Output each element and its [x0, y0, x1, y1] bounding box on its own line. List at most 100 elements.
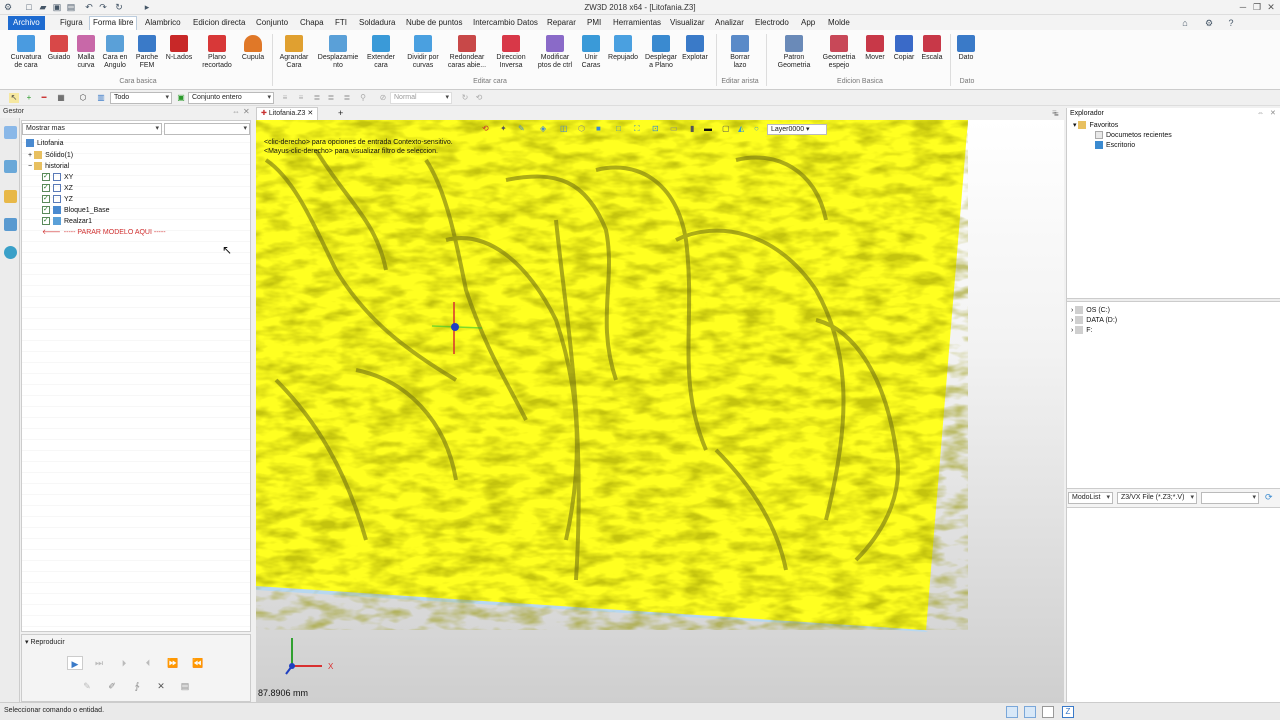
stop-model-marker[interactable]: 🡐 ----- PARAR MODELO AQUI ----- — [42, 228, 166, 238]
mode-list-select[interactable]: ModoList — [1068, 492, 1113, 504]
agrandar-cara-button[interactable]: Agrandar Cara — [275, 33, 313, 79]
tab-visualizar[interactable]: Visualizar — [670, 17, 705, 30]
plano-recortado-button[interactable]: Plano recortado — [198, 33, 236, 79]
tab-intercambio-datos[interactable]: Intercambio Datos — [473, 17, 538, 30]
refresh-icon[interactable]: ↻ — [460, 93, 470, 103]
desplazamiento-button[interactable]: Desplazamie nto — [316, 33, 360, 79]
tab-alambrico[interactable]: Alambrico — [145, 17, 181, 30]
status-window-icon[interactable] — [1042, 706, 1054, 718]
filter-select[interactable]: Todo — [110, 92, 172, 104]
align-icon[interactable]: ≡ — [280, 93, 290, 103]
direccion-inversa-button[interactable]: Direccion Inversa — [492, 33, 530, 79]
tab-edicion-directa[interactable]: Edicion directa — [193, 17, 245, 30]
status-zw3d-icon[interactable]: Z — [1062, 706, 1074, 718]
close-panel-icon[interactable]: ✕ — [243, 107, 250, 116]
desktop-node[interactable]: Escritorio — [1095, 141, 1135, 151]
home-icon[interactable]: ⌂ — [1180, 18, 1190, 28]
n-lados-button[interactable]: N-Lados — [160, 33, 198, 79]
close-icon[interactable]: ✕ — [1264, 1, 1278, 13]
pan-icon[interactable]: ▭ — [670, 124, 678, 133]
modificar-ptos-button[interactable]: Modificar ptos de ctrl — [534, 33, 576, 79]
step-button[interactable]: ⏵ — [116, 656, 132, 670]
rewind-button[interactable]: ⏪ — [190, 656, 206, 670]
edit-button[interactable]: ✐ — [104, 679, 120, 693]
object-manager-icon[interactable] — [4, 218, 17, 231]
repujado-button[interactable]: Repujado — [604, 33, 642, 79]
stack2-icon[interactable]: ≣ — [326, 93, 336, 103]
status-view-icon[interactable] — [1024, 706, 1036, 718]
history-manager-icon[interactable] — [4, 126, 17, 139]
restore-icon[interactable]: ❐ — [1250, 1, 1264, 13]
splitter[interactable] — [1067, 298, 1280, 302]
tab-analizar[interactable]: Analizar — [715, 17, 744, 30]
tab-molde[interactable]: Molde — [828, 17, 850, 30]
tree-item-solido[interactable]: + Sólido(1) — [28, 151, 73, 161]
add-icon[interactable]: + — [24, 93, 34, 103]
sync-icon[interactable]: ⟲ — [474, 93, 484, 103]
tab-conjunto[interactable]: Conjunto — [256, 17, 288, 30]
tab-soldadura[interactable]: Soldadura — [359, 17, 395, 30]
settings-icon[interactable]: ⚙ — [1204, 18, 1214, 28]
stack3-icon[interactable]: ≣ — [342, 93, 352, 103]
sketch-icon[interactable]: ✎ — [518, 124, 525, 133]
remove-icon[interactable]: ━ — [39, 93, 49, 103]
pin-explorer-icon[interactable]: ⇔ — [1257, 109, 1264, 119]
show-more-select[interactable]: Mostrar mas — [22, 123, 162, 135]
table-button[interactable]: ▤ — [177, 679, 193, 693]
help-icon[interactable]: ? — [1226, 18, 1236, 28]
favorites-node[interactable]: ▾ Favoritos — [1073, 121, 1118, 131]
close-tab-icon[interactable]: ✕ — [307, 110, 313, 117]
close-explorer-icon[interactable]: ✕ — [1270, 109, 1276, 119]
extender-cara-button[interactable]: Extender cara — [362, 33, 400, 79]
tab-figura[interactable]: Figura — [60, 17, 83, 30]
fit-icon[interactable]: ⛶ — [634, 124, 640, 134]
grid-icon[interactable]: ▦ — [56, 93, 66, 103]
pin-icon[interactable]: ⚲ — [358, 93, 368, 103]
redondear-caras-button[interactable]: Redondear caras abie... — [446, 33, 488, 79]
tab-electrodo[interactable]: Electrodo — [755, 17, 789, 30]
tab-app[interactable]: App — [801, 17, 815, 30]
tab-pmi[interactable]: PMI — [587, 17, 601, 30]
cupula-button[interactable]: Cupula — [234, 33, 272, 79]
tab-litofania[interactable]: ✚ Litofania.Z3 ✕ — [256, 107, 319, 120]
play-button[interactable]: ▶ — [67, 656, 83, 670]
visibility-checkbox[interactable] — [42, 216, 50, 226]
visibility-checkbox[interactable] — [42, 183, 50, 193]
tree-item-xz[interactable]: XZ — [42, 183, 73, 194]
explorer-search-input[interactable] — [1201, 492, 1259, 504]
minimize-icon[interactable]: ─ — [1236, 1, 1250, 13]
3d-viewport[interactable]: <clic-derecho> para opciones de entrada … — [256, 120, 1064, 702]
mini-undo-icon[interactable]: ⟲ — [482, 124, 489, 133]
hex-icon[interactable]: ⬡ — [578, 124, 585, 133]
tree-item-xy[interactable]: XY — [42, 172, 73, 183]
tree-item-historial[interactable]: − historial — [28, 162, 69, 172]
panel-menu-icon[interactable]: ≡ — [1054, 110, 1059, 119]
pin-panel-icon[interactable]: ⇔ — [232, 107, 240, 116]
tab-herramientas[interactable]: Herramientas — [613, 17, 661, 30]
step-back-button[interactable]: ⏴ — [140, 656, 156, 670]
dividir-curvas-button[interactable]: Dividir por curvas — [403, 33, 443, 79]
tab-reparar[interactable]: Reparar — [547, 17, 576, 30]
geometria-espejo-button[interactable]: Geometria espejo — [818, 33, 860, 79]
box-icon[interactable]: ▢ — [722, 124, 730, 133]
borrar-lazo-button[interactable]: Borrar lazo — [721, 33, 759, 79]
filetype-select[interactable]: Z3/VX File (*.Z3;*.V) — [1117, 492, 1197, 504]
rotate-icon[interactable]: ▮ — [690, 124, 694, 133]
tab-chapa[interactable]: Chapa — [300, 17, 324, 30]
tree-item-yz[interactable]: YZ — [42, 194, 73, 205]
unir-caras-button[interactable]: Unir Caras — [574, 33, 608, 79]
bulb-icon[interactable]: ○ — [754, 124, 759, 133]
align2-icon[interactable]: ≡ — [296, 93, 306, 103]
pick-icon[interactable]: ↖ — [9, 93, 19, 103]
list-filter-icon[interactable]: ▥ — [96, 93, 106, 103]
cube-icon[interactable]: ◈ — [540, 124, 546, 133]
visibility-checkbox[interactable] — [42, 205, 50, 215]
wand-icon[interactable]: ✦ — [500, 124, 507, 133]
formula-button[interactable]: ∱ — [129, 679, 145, 693]
patron-geometria-button[interactable]: Patron Geometria — [773, 33, 815, 79]
stack-icon[interactable]: ≣ — [312, 93, 322, 103]
new-tab-icon[interactable]: + — [338, 108, 343, 118]
refresh-explorer-icon[interactable]: ⟳ — [1265, 492, 1273, 503]
view-manager-icon[interactable] — [4, 160, 17, 173]
zoom-icon[interactable]: ⊡ — [652, 124, 659, 133]
